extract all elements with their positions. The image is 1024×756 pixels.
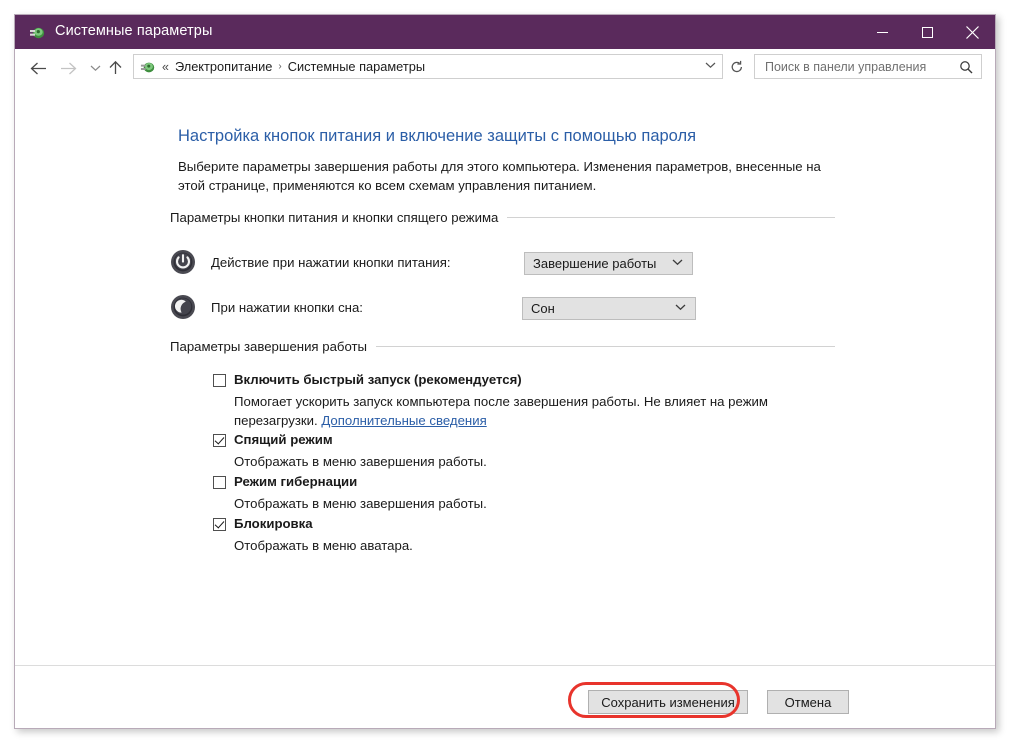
content-area: Настройка кнопок питания и включение защ… [15, 87, 995, 666]
sleep-button-icon [170, 294, 196, 320]
sleep-button-action-select[interactable]: Сон [522, 297, 696, 320]
title-bar: Системные параметры [15, 15, 995, 49]
back-arrow-icon[interactable] [26, 56, 50, 80]
sleep-button-label: При нажатии кнопки сна: [211, 299, 363, 315]
checkbox-fast-startup-label: Включить быстрый запуск (рекомендуется) [234, 372, 522, 387]
search-box[interactable] [754, 54, 982, 79]
fast-startup-description-text: Помогает ускорить запуск компьютера посл… [234, 394, 768, 428]
breadcrumb-item-0[interactable]: Электропитание [175, 59, 272, 74]
power-button-action-value: Завершение работы [533, 256, 657, 271]
chevron-down-icon[interactable] [672, 258, 683, 269]
control-panel-window: Системные параметры « Электропитание › С… [14, 14, 996, 729]
checkbox-sleep[interactable] [213, 434, 226, 447]
breadcrumb-power-icon [140, 59, 156, 75]
sleep-button-action-value: Сон [531, 301, 555, 316]
group-header-shutdown: Параметры завершения работы [170, 339, 835, 354]
up-arrow-icon[interactable] [103, 56, 127, 80]
group-rule [376, 346, 835, 347]
checkbox-fast-startup[interactable] [213, 374, 226, 387]
power-button-label: Действие при нажатии кнопки питания: [211, 254, 451, 270]
power-button-row: Действие при нажатии кнопки питания: [170, 249, 451, 275]
checkbox-sleep-description: Отображать в меню завершения работы. [234, 454, 487, 469]
save-button[interactable]: Сохранить изменения [588, 690, 748, 714]
chevron-down-icon[interactable] [705, 61, 716, 72]
checkbox-row-fast-startup[interactable]: Включить быстрый запуск (рекомендуется) [213, 372, 522, 387]
close-icon[interactable] [950, 15, 995, 49]
screen: Системные параметры « Электропитание › С… [0, 0, 1024, 756]
window-controls [860, 15, 995, 49]
search-input[interactable] [763, 58, 959, 75]
power-options-icon [29, 24, 46, 41]
more-info-link[interactable]: Дополнительные сведения [321, 413, 486, 428]
breadcrumb-bar[interactable]: « Электропитание › Системные параметры [133, 54, 723, 79]
breadcrumb-item-1[interactable]: Системные параметры [288, 59, 425, 74]
group-header-shutdown-label: Параметры завершения работы [170, 339, 368, 354]
checkbox-row-sleep[interactable]: Спящий режим [213, 432, 333, 447]
cancel-button[interactable]: Отмена [767, 690, 849, 714]
chevron-down-icon[interactable] [675, 303, 686, 314]
breadcrumb-overflow[interactable]: « [162, 60, 169, 74]
search-icon[interactable] [959, 60, 973, 74]
sleep-button-row: При нажатии кнопки сна: [170, 294, 363, 320]
checkbox-hibernate-description: Отображать в меню завершения работы. [234, 496, 487, 511]
checkbox-hibernate-label: Режим гибернации [234, 474, 358, 489]
address-bar: « Электропитание › Системные параметры [15, 49, 995, 87]
forward-arrow-icon [56, 56, 80, 80]
group-header-power-buttons: Параметры кнопки питания и кнопки спящег… [170, 210, 835, 225]
page-title: Настройка кнопок питания и включение защ… [178, 127, 697, 145]
checkbox-lock-description: Отображать в меню аватара. [234, 538, 413, 553]
refresh-icon[interactable] [726, 56, 747, 77]
checkbox-sleep-label: Спящий режим [234, 432, 333, 447]
checkbox-row-hibernate[interactable]: Режим гибернации [213, 474, 357, 489]
group-rule [507, 217, 835, 218]
group-header-power-buttons-label: Параметры кнопки питания и кнопки спящег… [170, 210, 499, 225]
footer-bar: Сохранить изменения Отмена [15, 666, 995, 728]
checkbox-fast-startup-description: Помогает ускорить запуск компьютера посл… [234, 392, 854, 430]
checkbox-row-lock[interactable]: Блокировка [213, 516, 313, 531]
checkbox-lock[interactable] [213, 518, 226, 531]
breadcrumb-separator-0: › [278, 61, 282, 72]
checkbox-lock-label: Блокировка [234, 516, 313, 531]
minimize-icon[interactable] [860, 15, 905, 49]
window-title: Системные параметры [55, 23, 213, 39]
page-description: Выберите параметры завершения работы для… [178, 159, 821, 193]
maximize-icon[interactable] [905, 15, 950, 49]
power-button-action-select[interactable]: Завершение работы [524, 252, 693, 275]
power-button-icon [170, 249, 196, 275]
checkbox-hibernate[interactable] [213, 476, 226, 489]
